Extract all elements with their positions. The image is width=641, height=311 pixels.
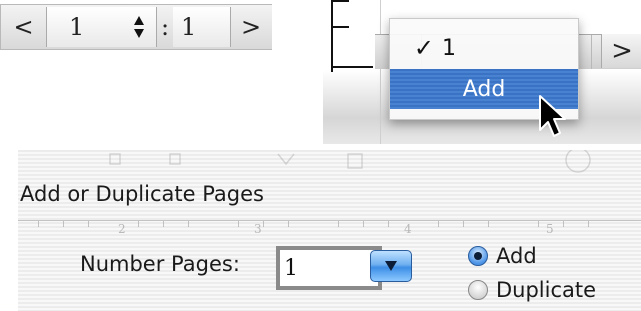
checkmark-icon: ✓ (413, 34, 434, 62)
number-pages-dropdown-button[interactable] (370, 250, 412, 282)
menu-item-label: Add (462, 76, 506, 102)
current-page-value: 1 (69, 13, 85, 41)
menu-item-page-1[interactable]: ✓ 1 (390, 31, 578, 65)
faded-toolbar (18, 150, 641, 176)
add-duplicate-pages-panel: Add or Duplicate Pages 2 3 4 5 Number Pa… (18, 150, 641, 311)
page-stepper: < 1 : 1 > (0, 4, 272, 50)
vertical-ruler (323, 0, 381, 144)
next-page-button[interactable]: > (601, 34, 641, 68)
ruler-number: 3 (254, 222, 262, 236)
horizontal-ruler: 2 3 4 5 (18, 220, 641, 240)
radio-add[interactable]: Add (468, 244, 537, 268)
ruler-number: 5 (546, 222, 554, 236)
ruler-number: 2 (118, 222, 126, 236)
radio-unselected-icon (468, 280, 488, 300)
up-down-arrows-icon[interactable] (128, 15, 150, 39)
radio-duplicate[interactable]: Duplicate (468, 278, 596, 302)
triangle-down-icon (385, 261, 397, 271)
current-page-field[interactable]: 1 (47, 7, 157, 47)
ruler-number: 4 (404, 222, 412, 236)
number-pages-label: Number Pages: (80, 252, 240, 276)
mouse-pointer-icon (537, 94, 571, 144)
radio-add-label: Add (496, 244, 537, 268)
menu-item-label: 1 (442, 35, 456, 61)
page-separator: : (160, 13, 170, 41)
panel-title: Add or Duplicate Pages (20, 182, 264, 206)
number-pages-input[interactable]: 1 (276, 246, 382, 290)
previous-page-button[interactable]: < (1, 7, 47, 47)
radio-selected-icon (468, 246, 488, 266)
radio-duplicate-label: Duplicate (496, 278, 597, 302)
next-page-button[interactable]: > (231, 7, 271, 47)
page-count-field: 1 (173, 7, 231, 47)
page-popup-menu-view: > ✓ 1 Add (323, 0, 641, 144)
